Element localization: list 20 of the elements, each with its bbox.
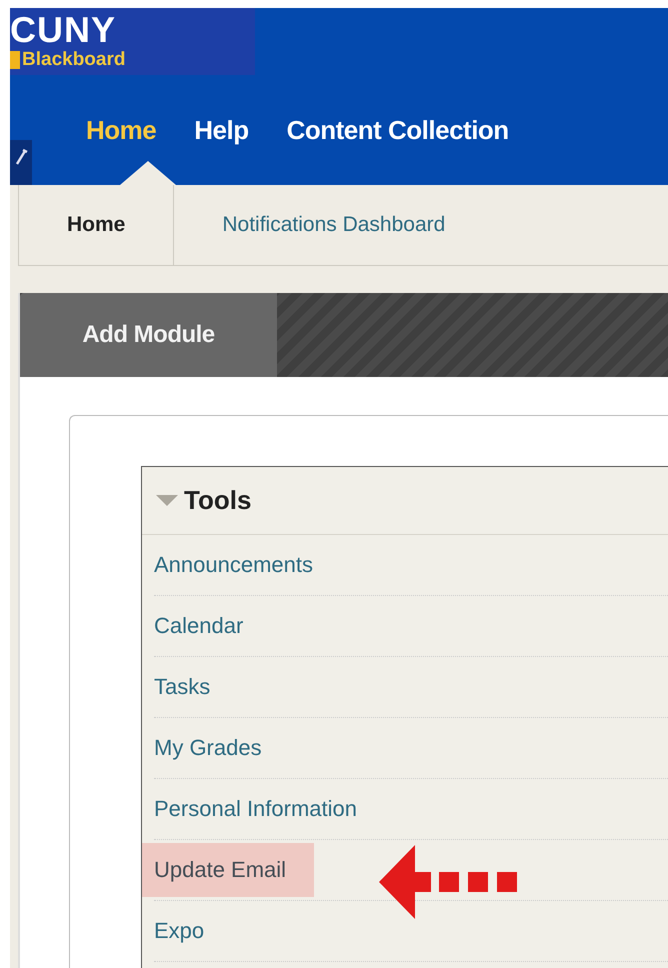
logo-title: CUNY	[10, 12, 116, 48]
sub-tab[interactable]: Notifications Dashboard	[174, 185, 494, 265]
nav-tab[interactable]: Help	[194, 114, 249, 146]
nav-tab[interactable]: Content Collection	[286, 114, 509, 146]
tool-link[interactable]: Expo	[142, 904, 216, 958]
tool-link[interactable]: Announcements	[142, 538, 325, 592]
nav-tab[interactable]: Home	[86, 114, 156, 146]
add-module-button[interactable]: Add Module	[20, 293, 277, 377]
tool-link[interactable]: Calendar	[142, 599, 256, 653]
sub-tab[interactable]: Home	[19, 185, 174, 265]
tool-tab[interactable]	[10, 140, 32, 185]
tool-link[interactable]: Update Email	[142, 843, 314, 897]
selected-tab-pointer-icon	[120, 161, 176, 185]
module-title: Tools	[184, 485, 252, 516]
logo-subtitle: Blackboard	[22, 48, 126, 72]
logo-square-icon	[10, 50, 20, 68]
tool-link[interactable]: Personal Information	[142, 782, 369, 836]
tool-link[interactable]: My Grades	[142, 721, 274, 775]
pencil-icon	[14, 148, 28, 166]
tool-link[interactable]: Tasks	[142, 660, 222, 714]
